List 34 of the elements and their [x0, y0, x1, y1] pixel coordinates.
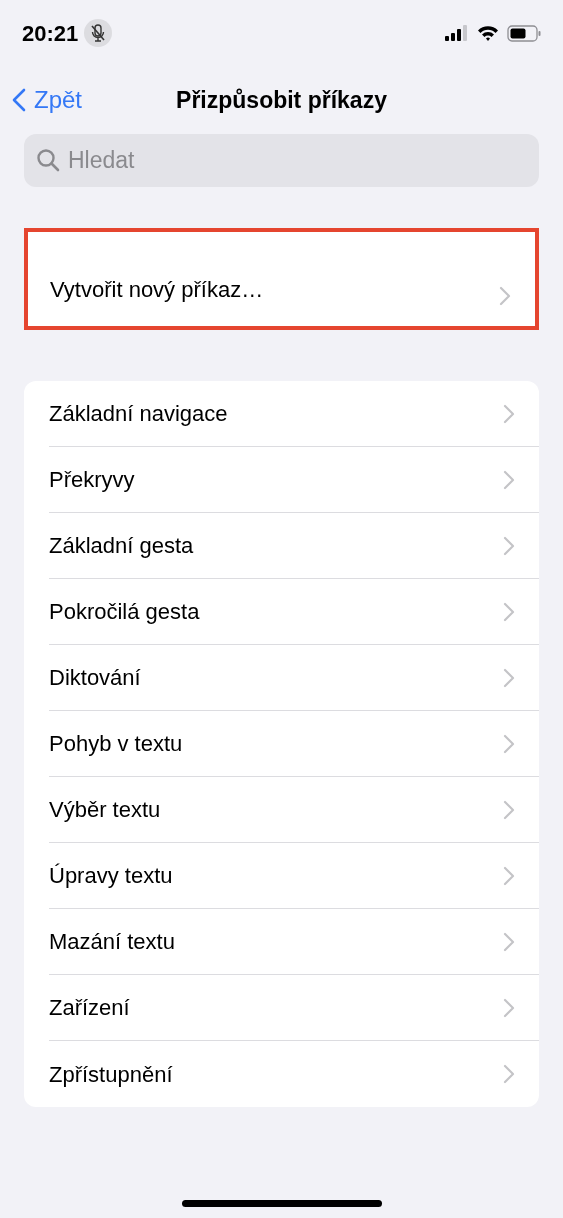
list-row[interactable]: Pokročilá gesta — [49, 579, 539, 645]
list-row[interactable]: Diktování — [49, 645, 539, 711]
list-row[interactable]: Překryvy — [49, 447, 539, 513]
battery-icon — [507, 24, 541, 42]
chevron-icon — [503, 535, 515, 556]
chevron-icon — [503, 667, 515, 688]
muted-microphone-icon — [84, 19, 113, 47]
page-title: Přizpůsobit příkazy — [176, 85, 387, 115]
back-chevron-icon — [12, 88, 26, 112]
chevron-icon — [503, 733, 515, 754]
back-button[interactable]: Zpět — [0, 82, 83, 118]
list-row[interactable]: Základní navigace — [49, 381, 539, 447]
create-command-row[interactable]: Vytvořit nový příkaz… — [24, 228, 539, 330]
chevron-icon — [503, 931, 515, 952]
list-row[interactable]: Základní gesta — [49, 513, 539, 579]
chevron-icon — [499, 286, 511, 306]
list-row[interactable]: Zpřístupnění — [49, 1041, 539, 1107]
search-field[interactable]: Hledat — [24, 134, 539, 187]
status-time: 20:21 — [22, 19, 79, 48]
chevron-icon — [503, 403, 515, 424]
signal-icon — [445, 25, 469, 41]
list-row[interactable]: Mazání textu — [49, 909, 539, 975]
list-row[interactable]: Úpravy textu — [49, 843, 539, 909]
list-row[interactable]: Pohyb v textu — [49, 711, 539, 777]
chevron-icon — [503, 469, 515, 490]
wifi-icon — [477, 25, 499, 41]
search-icon — [36, 148, 60, 172]
list-row[interactable]: Zařízení — [49, 975, 539, 1041]
chevron-icon — [503, 997, 515, 1018]
list-row[interactable]: Výběr textu — [49, 777, 539, 843]
chevron-icon — [503, 601, 515, 622]
chevron-icon — [503, 1064, 515, 1084]
chevron-icon — [503, 865, 515, 886]
chevron-icon — [503, 799, 515, 820]
